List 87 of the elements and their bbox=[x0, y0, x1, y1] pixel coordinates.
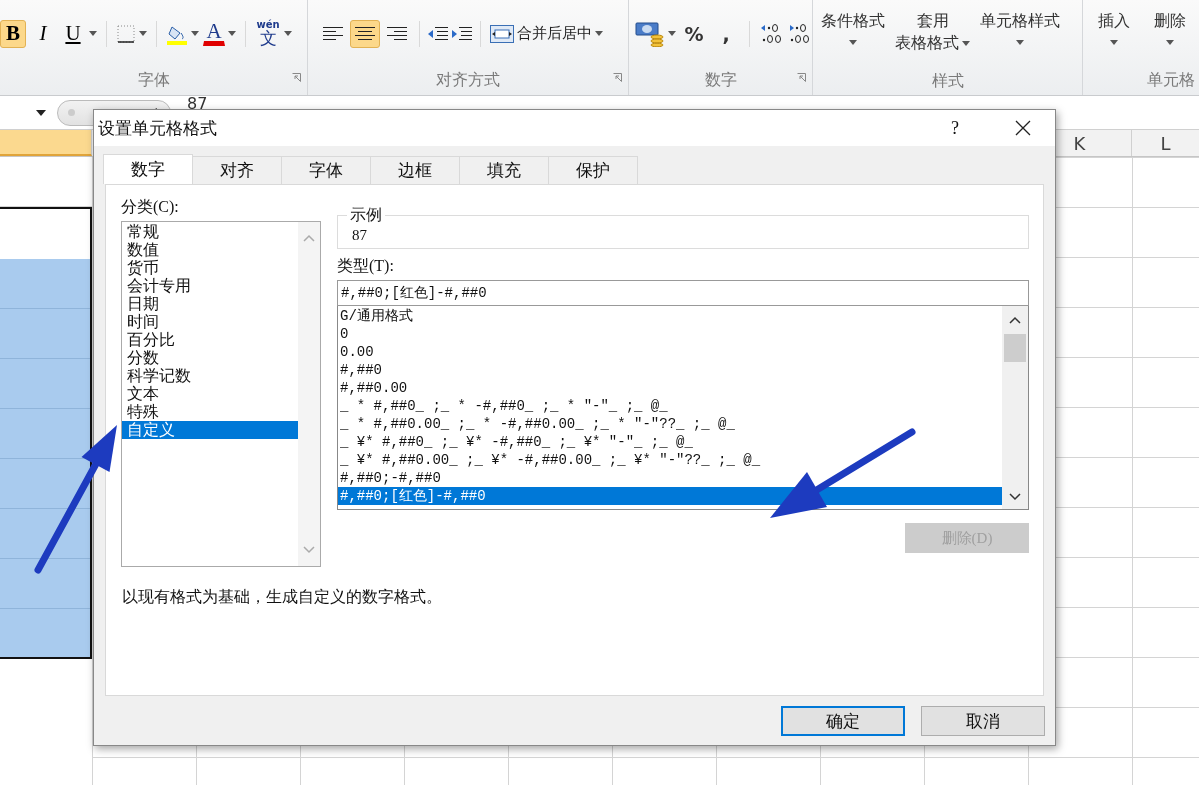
category-item[interactable]: 百分比 bbox=[122, 331, 298, 349]
decrease-decimal-icon[interactable] bbox=[787, 22, 811, 45]
format-item[interactable]: _ ¥* #,##0_ ;_ ¥* -#,##0_ ;_ ¥* "-"_ ;_ @_ bbox=[338, 433, 1002, 451]
tab[interactable]: 保护 bbox=[548, 156, 638, 184]
scroll-up-icon[interactable] bbox=[1009, 316, 1021, 324]
caret-icon[interactable] bbox=[228, 31, 236, 37]
category-item[interactable]: 日期 bbox=[122, 295, 298, 313]
caret-icon bbox=[1016, 40, 1024, 45]
increase-indent-icon[interactable] bbox=[451, 25, 473, 42]
expand-dot-icon bbox=[68, 109, 75, 116]
category-item[interactable]: 科学记数 bbox=[122, 367, 298, 385]
caret-icon[interactable] bbox=[89, 31, 97, 37]
caret-icon[interactable] bbox=[668, 31, 676, 37]
align-button[interactable] bbox=[350, 19, 380, 48]
caret-icon bbox=[849, 40, 857, 45]
style-button[interactable]: 套用 表格格式 bbox=[893, 8, 972, 56]
dialog-button[interactable]: 取消 bbox=[921, 706, 1045, 736]
description-text: 以现有格式为基础，生成自定义的数字格式。 bbox=[121, 587, 443, 607]
category-item[interactable]: 时间 bbox=[122, 313, 298, 331]
increase-decimal-icon[interactable] bbox=[759, 22, 783, 45]
group-label: 单元格 bbox=[1147, 69, 1195, 91]
format-item[interactable]: _ ¥* #,##0.00_ ;_ ¥* -#,##0.00_ ;_ ¥* "-"??_ ;_ @_ bbox=[338, 451, 1002, 469]
type-label: 类型(T): bbox=[337, 256, 395, 276]
format-button[interactable]: U bbox=[60, 19, 86, 48]
format-item[interactable]: _ * #,##0_ ;_ * -#,##0_ ;_ * "-"_ ;_ @_ bbox=[338, 397, 1002, 415]
format-item[interactable]: #,##0;[红色]-#,##0 bbox=[338, 487, 1002, 505]
category-item[interactable]: 分数 bbox=[122, 349, 298, 367]
decrease-indent-icon[interactable] bbox=[427, 25, 449, 42]
caret-icon bbox=[595, 31, 603, 37]
caret-icon[interactable] bbox=[284, 31, 292, 37]
caret-icon bbox=[1166, 40, 1174, 45]
border-icon[interactable] bbox=[116, 23, 136, 44]
font-color-button[interactable]: A bbox=[203, 21, 225, 46]
group-label: 数字 bbox=[704, 69, 737, 91]
caret-icon[interactable] bbox=[139, 31, 147, 37]
phonetic-button[interactable]: wén 文 bbox=[255, 16, 281, 51]
align-center-icon bbox=[354, 25, 376, 42]
caret-icon[interactable] bbox=[191, 31, 199, 37]
format-item[interactable]: #,##0.00 bbox=[338, 379, 1002, 397]
tab[interactable]: 数字 bbox=[103, 154, 193, 184]
cells-button[interactable]: 删除 bbox=[1145, 8, 1195, 47]
sample-legend: 示例 bbox=[347, 205, 385, 226]
format-item[interactable]: G/通用格式 bbox=[338, 307, 1002, 325]
format-item[interactable]: 0.00 bbox=[338, 343, 1002, 361]
scroll-down-icon[interactable] bbox=[1009, 493, 1021, 501]
format-button[interactable]: I bbox=[30, 19, 56, 48]
style-button[interactable]: 条件格式 bbox=[819, 8, 887, 47]
dialog-launcher-icon[interactable] bbox=[292, 73, 301, 83]
merge-center-button[interactable]: 合并后居中 bbox=[488, 19, 605, 48]
group-label: 对齐方式 bbox=[436, 69, 500, 91]
format-item[interactable]: #,##0;-#,##0 bbox=[338, 469, 1002, 487]
dialog-title: 设置单元格格式 bbox=[98, 117, 218, 140]
sample-value: 87 bbox=[352, 226, 368, 244]
category-item[interactable]: 会计专用 bbox=[122, 277, 298, 295]
formula-field[interactable]: 87 bbox=[187, 96, 208, 112]
column-header[interactable]: L bbox=[1132, 130, 1199, 156]
merge-cells-icon bbox=[490, 24, 514, 43]
group-label: 字体 bbox=[137, 69, 170, 91]
help-button[interactable]: ? bbox=[935, 117, 975, 139]
group-label: 样式 bbox=[931, 70, 964, 92]
style-button[interactable]: 单元格样式 bbox=[978, 8, 1062, 47]
currency-icon[interactable] bbox=[635, 20, 665, 47]
format-item[interactable]: _ * #,##0.00_ ;_ * -#,##0.00_ ;_ * "-"??_ ;_ @_ bbox=[338, 415, 1002, 433]
category-item[interactable]: 货币 bbox=[122, 259, 298, 277]
dialog-button[interactable]: 确定 bbox=[781, 706, 905, 736]
dialog-launcher-icon[interactable] bbox=[797, 73, 806, 83]
category-item[interactable]: 自定义 bbox=[122, 421, 298, 439]
type-input[interactable]: #,##0;[红色]-#,##0 bbox=[337, 280, 1029, 306]
format-button[interactable]: B bbox=[0, 19, 26, 48]
cells-button[interactable]: 插入 bbox=[1089, 8, 1139, 47]
number-format-button[interactable]: % bbox=[680, 19, 708, 48]
format-item[interactable]: 0 bbox=[338, 325, 1002, 343]
align-left-icon bbox=[322, 25, 344, 42]
number-format-button[interactable]: , bbox=[712, 19, 740, 48]
category-item[interactable]: 文本 bbox=[122, 385, 298, 403]
caret-icon bbox=[962, 40, 970, 46]
caret-icon[interactable] bbox=[36, 109, 46, 116]
caret-icon bbox=[1110, 40, 1118, 45]
format-item[interactable]: #,##0 bbox=[338, 361, 1002, 379]
category-item[interactable]: 数值 bbox=[122, 241, 298, 259]
scroll-thumb[interactable] bbox=[1004, 334, 1026, 362]
category-item[interactable]: 常规 bbox=[122, 223, 298, 241]
close-icon bbox=[1015, 120, 1031, 136]
align-right-icon bbox=[386, 25, 408, 42]
dialog-launcher-icon[interactable] bbox=[613, 73, 622, 83]
category-label: 分类(C): bbox=[121, 197, 180, 217]
category-item[interactable]: 特殊 bbox=[122, 403, 298, 421]
